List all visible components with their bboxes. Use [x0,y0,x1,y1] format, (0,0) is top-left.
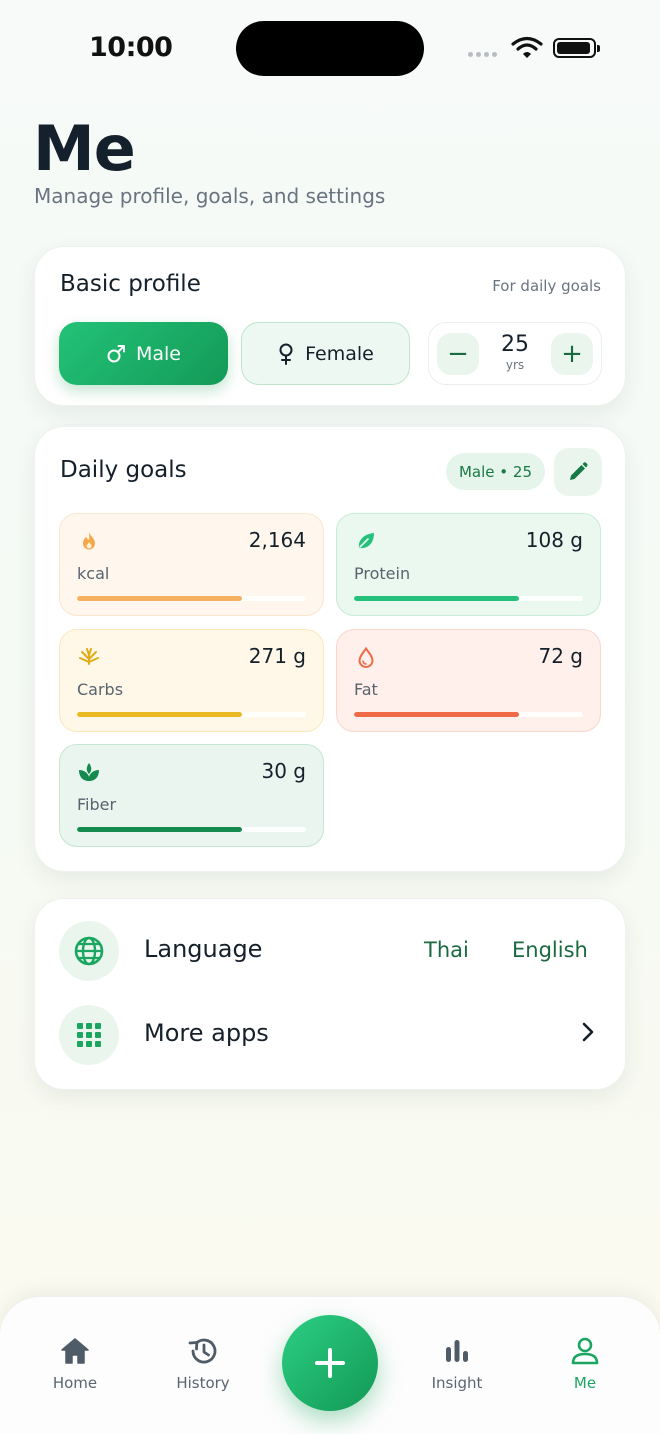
goal-label: Carbs [77,680,124,699]
goal-label: Protein [354,564,411,583]
goal-tile-carbs[interactable]: 271 g Carbs [59,629,324,732]
goal-label: kcal [77,564,110,583]
nav-me-label: Me [573,1374,597,1392]
bar-chart-icon [443,1335,471,1367]
goal-value: 30 g [261,759,306,783]
goal-tile-kcal[interactable]: 2,164 kcal [59,513,324,616]
goal-tile-fat[interactable]: 72 g Fat [336,629,601,732]
flame-icon [78,530,100,552]
leaf-icon [355,530,377,552]
profile-note: For daily goals [492,277,601,295]
language-option-thai[interactable]: Thai [424,938,469,962]
more-apps-row[interactable]: More apps [35,993,627,1077]
age-stepper: − 25 yrs + [428,322,602,385]
user-icon [570,1335,600,1367]
goal-progress-fill [354,596,519,601]
goal-label: Fat [354,680,378,699]
plus-icon [315,1348,345,1378]
status-bar: 10:00 [0,0,660,100]
pencil-icon [570,462,588,480]
goal-progress-track [77,827,306,832]
nav-insight-label: Insight [431,1374,483,1392]
wifi-icon [511,36,543,58]
edit-goals-button[interactable] [554,448,602,496]
basic-profile-title: Basic profile [60,271,201,297]
goal-progress-fill [77,712,242,717]
globe-icon [59,921,119,981]
page-title: Me [33,112,136,185]
basic-profile-card: Basic profile For daily goals Male Femal… [34,246,626,406]
daily-goals-card: Daily goals Male • 25 2,164 kcal 108 g P… [34,426,626,872]
goal-progress-track [354,712,583,717]
status-time: 10:00 [89,32,173,63]
goal-tile-protein[interactable]: 108 g Protein [336,513,601,616]
goal-progress-track [77,712,306,717]
goal-progress-track [77,596,306,601]
goal-progress-fill [77,827,242,832]
goal-label: Fiber [77,795,117,814]
female-symbol-icon [279,343,293,365]
daily-goals-title: Daily goals [60,457,187,483]
female-button[interactable]: Female [241,322,410,385]
bottom-navigation: Home History Insight Me [0,1296,660,1434]
language-row: Language Thai English [35,909,627,993]
more-apps-label: More apps [144,1019,269,1047]
male-button[interactable]: Male [59,322,228,385]
nav-me[interactable]: Me [535,1335,635,1395]
sprout-icon [78,761,100,783]
nav-history-label: History [176,1374,230,1392]
nav-home-label: Home [52,1374,98,1392]
history-icon [187,1335,219,1367]
chevron-right-icon [582,1022,594,1042]
battery-icon [553,38,600,58]
language-label: Language [144,935,263,963]
wheat-icon [78,646,100,668]
female-label: Female [305,342,374,365]
goal-tile-fiber[interactable]: 30 g Fiber [59,744,324,847]
home-icon [60,1335,90,1367]
goal-progress-fill [77,596,242,601]
nav-home[interactable]: Home [25,1335,125,1395]
add-button[interactable] [282,1315,378,1411]
goal-value: 2,164 [248,528,306,552]
male-symbol-icon [107,344,125,362]
nav-history[interactable]: History [153,1335,253,1395]
cellular-signal-icon [468,52,497,57]
page-subtitle: Manage profile, goals, and settings [34,184,386,208]
goal-progress-track [354,596,583,601]
male-label: Male [135,342,181,365]
language-option-english[interactable]: English [512,938,588,962]
goal-progress-fill [354,712,519,717]
age-increment-button[interactable]: + [551,333,593,375]
profile-summary-badge: Male • 25 [446,453,545,490]
goal-value: 72 g [538,644,583,668]
nav-insight[interactable]: Insight [407,1335,507,1395]
dynamic-island [236,21,424,76]
goal-value: 108 g [525,528,583,552]
goal-value: 271 g [248,644,306,668]
settings-card: Language Thai English More apps [34,898,626,1090]
droplet-icon [355,646,377,668]
grid-icon [59,1005,119,1065]
